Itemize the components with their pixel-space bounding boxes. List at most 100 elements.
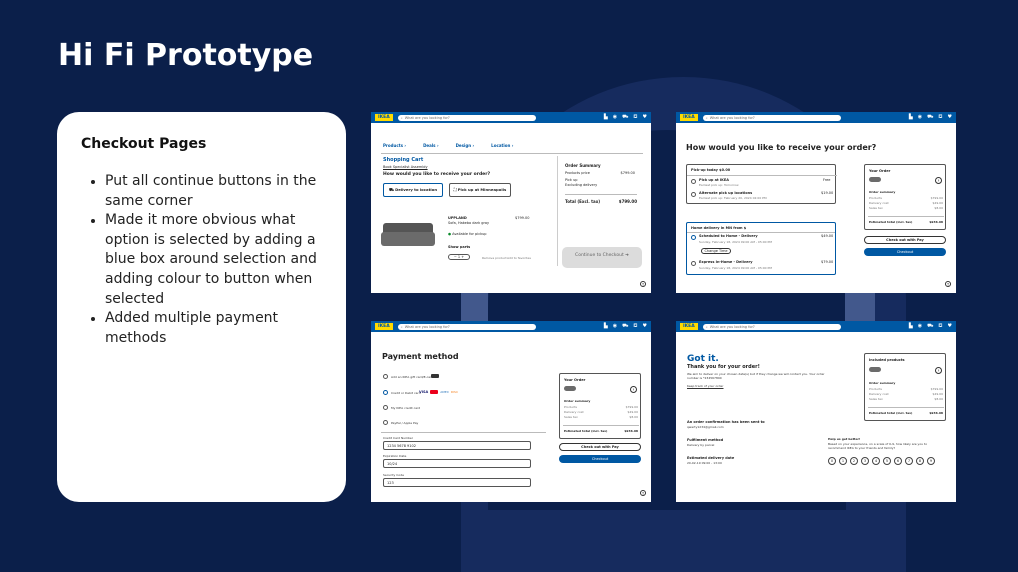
expiration-input[interactable]: 10/24 [383, 459, 531, 468]
chevron-right-icon[interactable]: › [935, 177, 942, 184]
heart-icon[interactable]: ♥ [643, 114, 647, 121]
payment-screen: IKEA ⌕ What are you looking for? ▙ ◉ ⛟ ⛾ … [371, 321, 651, 502]
track-order-link[interactable]: Keep track of your order [687, 384, 724, 388]
search-input[interactable]: ⌕ What are you looking for? [397, 114, 536, 121]
change-time-button[interactable]: Change Time [701, 248, 731, 254]
notes-list: Put all continue buttons in the same cor… [81, 172, 322, 348]
payment-divider [381, 432, 546, 433]
search-input[interactable]: ⌕ What are you looking for? [702, 114, 841, 121]
security-code-input[interactable]: 123 [383, 478, 531, 487]
cart-icon[interactable]: ⛾ [633, 114, 637, 121]
ikea-credit-radio[interactable] [383, 405, 388, 410]
heart-icon[interactable]: ♥ [948, 323, 952, 330]
nav-deals[interactable]: Deals › [423, 143, 439, 148]
ikea-logo[interactable]: IKEA [375, 114, 393, 121]
card-brand-logos: VISA AMEX DISC [419, 390, 458, 394]
delivery-group-selected: Home delivery in MN from $ Scheduled to … [686, 222, 836, 275]
mastercard-icon [430, 390, 439, 394]
paypal-radio[interactable] [383, 420, 388, 425]
field-label: Security Code [383, 473, 404, 477]
cart-icon[interactable]: ⛾ [938, 114, 942, 121]
heart-icon[interactable]: ♥ [643, 323, 647, 330]
arrow-right-icon: ➜ [625, 253, 629, 258]
chevron-right-icon[interactable]: › [630, 386, 637, 393]
pickup-radio[interactable] [691, 179, 696, 184]
checkout-button[interactable]: Checkout [864, 248, 946, 256]
assembly-link[interactable]: Book Specialist Assembly [383, 165, 428, 169]
order-total-divider [868, 216, 944, 217]
notes-card: Checkout Pages Put all continue buttons … [57, 112, 346, 502]
ikea-logo[interactable]: IKEA [680, 323, 698, 330]
cart-nav: Products › Deals › Design › Location › [383, 143, 513, 148]
notes-bullet: Put all continue buttons in the same cor… [91, 172, 322, 211]
summary-divider [557, 156, 558, 266]
rating-3-button[interactable]: 3 [861, 457, 869, 465]
sofa-thumbnail [869, 367, 881, 372]
heart-icon[interactable]: ♥ [948, 114, 952, 121]
cart-icon[interactable]: ⛾ [938, 323, 942, 330]
apple-pay-button[interactable]: Check out with Pay [559, 443, 641, 451]
included-products-card: Included products › Order summary Produc… [864, 353, 946, 421]
fulfilment-title: Fulfilment method [687, 438, 724, 442]
scroll-up-icon[interactable]: ↑ [640, 490, 646, 496]
favorite-link[interactable]: Add to favorites [507, 256, 531, 260]
store-icon[interactable]: ▙ [909, 114, 913, 121]
feedback-body: Based on your experience, on a scale of … [828, 442, 928, 450]
nav-location[interactable]: Location › [491, 143, 513, 148]
rating-7-button[interactable]: 7 [905, 457, 913, 465]
scheduled-delivery-radio[interactable] [691, 235, 696, 240]
quantity-stepper[interactable]: − 1 + [448, 254, 470, 260]
pickup-option-button[interactable]: ⛶ Pick up at Minneapolis [449, 183, 511, 197]
delivery-icon[interactable]: ⛟ [622, 323, 628, 330]
account-icon[interactable]: ◉ [918, 114, 922, 121]
store-icon[interactable]: ▙ [909, 323, 913, 330]
apple-pay-button[interactable]: Check out with Pay [864, 236, 946, 244]
show-parts-link[interactable]: Show parts [448, 245, 470, 249]
chevron-right-icon[interactable]: › [935, 367, 942, 374]
credit-card-radio[interactable] [383, 390, 388, 395]
feedback-title: Help us get better! [828, 437, 861, 441]
account-icon[interactable]: ◉ [613, 323, 617, 330]
delivery-icon[interactable]: ⛟ [927, 114, 933, 121]
rating-0-button[interactable]: 0 [828, 457, 836, 465]
card-number-input[interactable]: 1234 5678 9102 [383, 441, 531, 450]
option-price: $49.00 [821, 234, 834, 238]
rating-1-button[interactable]: 1 [839, 457, 847, 465]
scroll-up-icon[interactable]: ↑ [640, 281, 646, 287]
store-icon[interactable]: ▙ [604, 323, 608, 330]
continue-checkout-button[interactable]: Continue to Checkout ➜ [562, 247, 642, 268]
express-delivery-radio[interactable] [691, 261, 696, 266]
rating-4-button[interactable]: 4 [872, 457, 880, 465]
nav-products[interactable]: Products › [383, 143, 406, 148]
cart-icon[interactable]: ⛾ [633, 323, 637, 330]
scroll-up-icon[interactable]: ↑ [945, 281, 951, 287]
rating-6-button[interactable]: 6 [894, 457, 902, 465]
pickup-header-divider [687, 175, 837, 176]
option-title: Pick up at IKEA [699, 178, 729, 182]
search-input[interactable]: ⌕ What are you looking for? [397, 323, 536, 330]
nav-design[interactable]: Design › [456, 143, 475, 148]
remove-link[interactable]: Remove product [482, 256, 507, 260]
account-icon[interactable]: ◉ [613, 114, 617, 121]
search-input[interactable]: ⌕ What are you looking for? [702, 323, 841, 330]
gift-card-radio[interactable] [383, 374, 388, 379]
option-sub: Earliest pick up: Tomorrow [699, 183, 739, 187]
ikea-logo[interactable]: IKEA [680, 114, 698, 121]
rating-9-button[interactable]: 9 [927, 457, 935, 465]
checkout-button[interactable]: Checkout [559, 455, 641, 463]
option-title: Alternate pick up locations [699, 191, 753, 195]
account-icon[interactable]: ◉ [918, 323, 922, 330]
ikea-logo[interactable]: IKEA [375, 323, 393, 330]
product-name: UPPLAND [448, 216, 467, 220]
search-icon: ⌕ [400, 324, 403, 329]
store-icon[interactable]: ▙ [604, 114, 608, 121]
rating-5-button[interactable]: 5 [883, 457, 891, 465]
alternate-pickup-radio[interactable] [691, 192, 696, 197]
delivery-icon[interactable]: ⛟ [622, 114, 628, 121]
delivery-icon[interactable]: ⛟ [927, 323, 933, 330]
delivery-option-button[interactable]: ⛟ Delivery to location [383, 183, 443, 197]
rating-2-button[interactable]: 2 [850, 457, 858, 465]
payment-option-label: My IKEA credit card [391, 406, 421, 410]
rating-8-button[interactable]: 8 [916, 457, 924, 465]
header-icons: ▙ ◉ ⛟ ⛾ ♥ [909, 114, 952, 121]
